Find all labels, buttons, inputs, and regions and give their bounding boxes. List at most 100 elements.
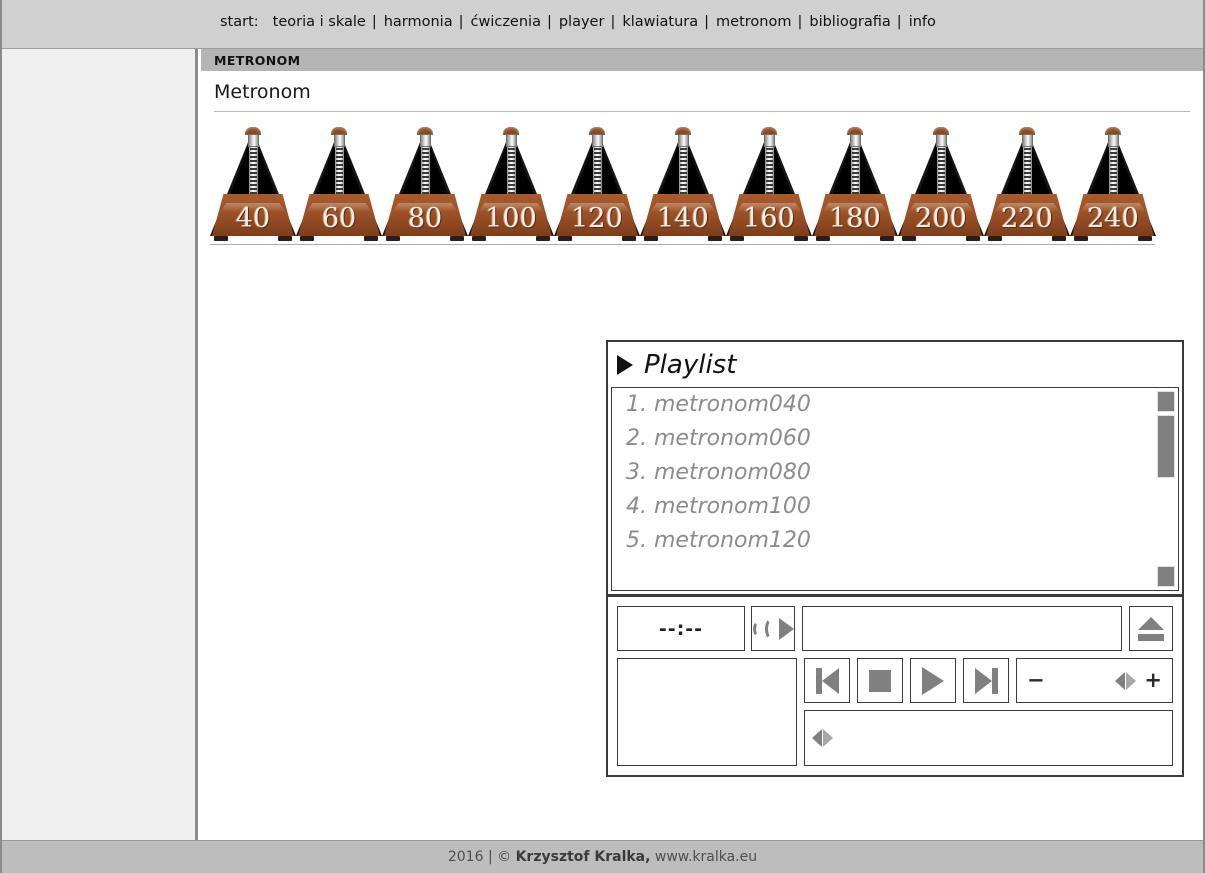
- metronome-weight: [764, 134, 775, 147]
- metronome-feet: [298, 235, 380, 242]
- previous-track-icon: [815, 667, 839, 694]
- play-triangle-icon: [617, 354, 633, 375]
- metronome-bpm-label: 160: [743, 203, 795, 234]
- play-icon: [922, 666, 944, 695]
- nav-separator: |: [797, 14, 803, 30]
- scroll-up-icon[interactable]: [1157, 391, 1175, 412]
- playlist-item[interactable]: 5. metronom120: [612, 524, 1178, 558]
- metronome-weight: [678, 134, 689, 147]
- metronome-140[interactable]: 140: [640, 124, 726, 242]
- nav-item-metronom[interactable]: metronom: [716, 14, 791, 30]
- footer-site: www.kralka.eu: [654, 849, 758, 865]
- metronome-bpm-label: 200: [915, 203, 967, 234]
- metronome-feet: [814, 235, 896, 242]
- eject-button[interactable]: [1129, 606, 1173, 651]
- nav-item-cwiczenia[interactable]: ćwiczenia: [470, 14, 540, 30]
- metronome-40[interactable]: 40: [210, 124, 296, 242]
- nav-links: start: teoria i skale | harmonia | ćwiczenia |…: [220, 14, 938, 30]
- transport-buttons: − +: [804, 658, 1173, 703]
- metronome-bpm-label: 240: [1087, 203, 1139, 234]
- playlist-item[interactable]: 1. metronom040: [612, 388, 1178, 422]
- play-button[interactable]: [910, 658, 956, 703]
- metronome-weight: [936, 134, 947, 147]
- playlist-header[interactable]: Playlist: [608, 342, 1182, 387]
- nav-item-info[interactable]: info: [909, 14, 936, 30]
- nav-separator: |: [546, 14, 552, 30]
- footer-year: 2016: [447, 849, 484, 865]
- nav-start-label: start:: [220, 14, 259, 30]
- scrollbar-thumb[interactable]: [1157, 415, 1175, 478]
- metronome-bpm-label: 100: [485, 203, 537, 234]
- playlist-item[interactable]: 3. metronom080: [612, 456, 1178, 490]
- mute-button[interactable]: [751, 606, 795, 651]
- nav-separator: |: [896, 14, 902, 30]
- metronome-bpm-label: 220: [1001, 203, 1053, 234]
- metronome-200[interactable]: 200: [898, 124, 984, 242]
- top-navigation-bar: start: teoria i skale | harmonia | ćwiczenia |…: [2, 0, 1203, 49]
- metronome-feet: [900, 235, 982, 242]
- metronome-220[interactable]: 220: [984, 124, 1070, 242]
- metronome-240[interactable]: 240: [1070, 124, 1156, 242]
- metronome-feet: [728, 235, 810, 242]
- volume-slider-track[interactable]: [1045, 659, 1145, 702]
- metronome-80[interactable]: 80: [382, 124, 468, 242]
- player-controls-panel: --:-- − +: [606, 595, 1184, 777]
- controls-bottom-row: − +: [617, 658, 1173, 766]
- eject-icon: [1138, 616, 1164, 641]
- transport-and-seek: − +: [804, 658, 1173, 766]
- audio-player-widget: Playlist 1. metronom040 2. metronom060 3. …: [606, 340, 1184, 777]
- metronome-120[interactable]: 120: [554, 124, 640, 242]
- metronome-feet: [556, 235, 638, 242]
- volume-slider[interactable]: − +: [1016, 658, 1173, 703]
- metronome-feet: [384, 235, 466, 242]
- page-title: Metronom: [214, 81, 311, 103]
- playlist-item[interactable]: 4. metronom100: [612, 490, 1178, 524]
- scroll-down-icon[interactable]: [1157, 566, 1175, 587]
- time-display: --:--: [617, 606, 745, 651]
- volume-decrease-label[interactable]: −: [1027, 670, 1045, 691]
- nav-item-harmonia[interactable]: harmonia: [384, 14, 453, 30]
- left-sidebar: [2, 49, 198, 873]
- controls-top-row: --:--: [617, 606, 1173, 651]
- metronome-feet: [986, 235, 1068, 242]
- volume-slider-handle[interactable]: [1115, 671, 1137, 690]
- playlist-item[interactable]: 2. metronom060: [612, 422, 1178, 456]
- nav-item-bibliografia[interactable]: bibliografia: [809, 14, 890, 30]
- metronome-divider: [210, 244, 1155, 245]
- nav-separator: |: [458, 14, 464, 30]
- footer-separator: |: [487, 849, 493, 865]
- previous-button[interactable]: [804, 658, 850, 703]
- metronome-60[interactable]: 60: [296, 124, 382, 242]
- nav-separator: |: [610, 14, 616, 30]
- playlist-scrollbar[interactable]: [1155, 389, 1177, 589]
- next-button[interactable]: [963, 658, 1009, 703]
- playlist-list[interactable]: 1. metronom040 2. metronom060 3. metronom0…: [611, 387, 1179, 591]
- metronome-bpm-label: 180: [829, 203, 881, 234]
- nav-item-player[interactable]: player: [559, 14, 605, 30]
- track-title-field[interactable]: [802, 606, 1122, 651]
- album-art-box: [617, 658, 797, 766]
- metronome-180[interactable]: 180: [812, 124, 898, 242]
- metronome-strip: 40 60 80 100 120 140 160 180 200 220 240: [210, 120, 1157, 242]
- metronome-bpm-label: 60: [321, 203, 357, 234]
- metronome-bpm-label: 120: [571, 203, 623, 234]
- metronome-weight: [850, 134, 861, 147]
- metronome-feet: [1072, 235, 1154, 242]
- metronome-weight: [248, 134, 259, 147]
- metronome-weight: [420, 134, 431, 147]
- seek-bar[interactable]: [804, 710, 1173, 766]
- metronome-100[interactable]: 100: [468, 124, 554, 242]
- metronome-bpm-label: 140: [657, 203, 709, 234]
- seek-bar-handle[interactable]: [812, 729, 833, 747]
- volume-icon: [752, 617, 794, 640]
- metronome-feet: [642, 235, 724, 242]
- metronome-weight: [334, 134, 345, 147]
- stop-button[interactable]: [857, 658, 903, 703]
- main-content: METRONOM Metronom 40 60 80 100 120 140 160 180 2…: [201, 49, 1203, 873]
- metronome-160[interactable]: 160: [726, 124, 812, 242]
- nav-item-teoria-i-skale[interactable]: teoria i skale: [273, 14, 366, 30]
- footer: 2016 | © Krzysztof Kralka, www.kralka.eu: [2, 840, 1203, 873]
- nav-item-klawiatura[interactable]: klawiatura: [622, 14, 698, 30]
- volume-increase-label[interactable]: +: [1144, 670, 1162, 691]
- metronome-feet: [470, 235, 552, 242]
